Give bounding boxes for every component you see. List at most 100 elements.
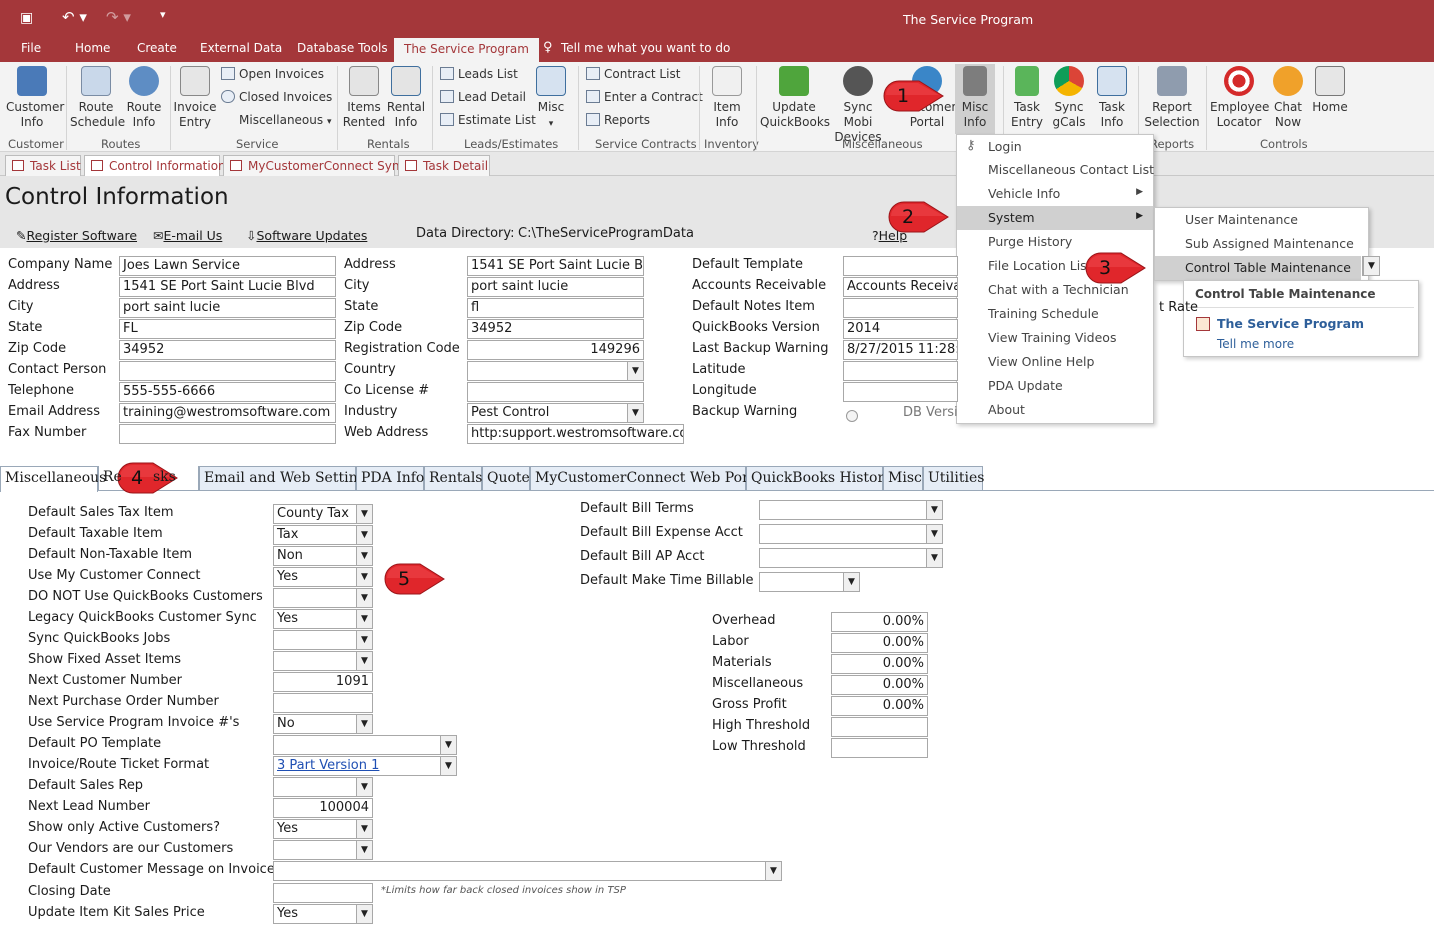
doctab-task-detail[interactable]: Task Detail [398, 155, 490, 176]
chevron-down-icon[interactable]: ▼ [627, 404, 643, 422]
submenu-item-user-maintenance[interactable]: User Maintenance [1155, 208, 1361, 232]
misc-leads-button[interactable]: Misc ▾ [533, 66, 569, 132]
chevron-down-icon[interactable]: ▼ [765, 862, 781, 880]
misc-field-default-taxable-item[interactable]: Tax ▼ [273, 525, 373, 545]
chat-now-button[interactable]: Chat Now [1270, 66, 1306, 130]
field2-web-address[interactable]: http:support.westromsoftware.com [467, 424, 684, 444]
field-fax-number[interactable] [119, 424, 336, 444]
misc-field-next-lead-number[interactable]: 100004 [273, 798, 373, 818]
contract-list-button[interactable]: Contract List [586, 67, 680, 81]
item-info-button[interactable]: Item Info [706, 66, 748, 130]
submenu-item-sub-assigned-maintenance[interactable]: Sub Assigned Maintenance [1155, 232, 1361, 256]
field2-address[interactable]: 1541 SE Port Saint Lucie Blvd [467, 256, 644, 276]
customize-icon[interactable]: ▾ [160, 8, 166, 21]
pct-field-materials[interactable]: 0.00% [831, 654, 928, 674]
bill-field-default-bill-expense-acct[interactable]: ▼ [759, 524, 943, 544]
chevron-down-icon[interactable]: ▼ [356, 568, 372, 586]
menu-item-training-schedule[interactable]: Training Schedule [957, 302, 1153, 326]
chevron-down-icon[interactable]: ▼ [1363, 257, 1379, 275]
backup-warning-radio[interactable] [846, 410, 858, 422]
route-info-button[interactable]: Route Info [124, 66, 164, 130]
pct-field-overhead[interactable]: 0.00% [831, 612, 928, 632]
chevron-down-icon[interactable]: ▼ [356, 905, 372, 923]
tell-me-more-link[interactable]: Tell me more [1217, 337, 1294, 351]
update-quickbooks-button[interactable]: Update QuickBooks [760, 66, 830, 130]
field2-country[interactable]: ▼ [467, 361, 644, 381]
bill-field-default-make-time-billable[interactable]: ▼ [759, 572, 860, 592]
misc-field-default-sales-tax-item[interactable]: County Tax ▼ [273, 504, 373, 524]
chevron-down-icon[interactable]: ▼ [356, 715, 372, 733]
field2-co-license[interactable] [467, 382, 644, 402]
invoice-entry-button[interactable]: Invoice Entry [173, 66, 217, 130]
closed-invoices-button[interactable]: Closed Invoices [221, 90, 332, 104]
misc-field-default-sales-rep[interactable]: ▼ [273, 777, 373, 797]
doctab-control-information[interactable]: Control Information [84, 155, 226, 176]
form-tab-pda-info[interactable]: PDA Info [356, 466, 424, 490]
chevron-down-icon[interactable]: ▼ [356, 505, 372, 523]
enter-contract-button[interactable]: Enter a Contract [586, 90, 703, 104]
misc-field-show-fixed-asset-items[interactable]: ▼ [273, 651, 373, 671]
tab-file[interactable]: File [21, 41, 41, 55]
chevron-down-icon[interactable]: ▼ [440, 757, 456, 775]
tab-external-data[interactable]: External Data [200, 41, 282, 55]
route-schedule-button[interactable]: Route Schedule [70, 66, 125, 130]
misc-field-use-my-customer-connect[interactable]: Yes ▼ [273, 567, 373, 587]
misc-field-default-po-template[interactable]: ▼ [273, 735, 457, 755]
tell-me-box[interactable]: Tell me what you want to do [561, 41, 730, 55]
chevron-down-icon[interactable]: ▼ [440, 736, 456, 754]
field-city[interactable]: port saint lucie [119, 298, 336, 318]
menu-item-miscellaneous-contact-list[interactable]: Miscellaneous Contact List [957, 158, 1154, 182]
save-icon[interactable]: ▣ [20, 10, 33, 26]
field2-zip-code[interactable]: 34952 [467, 319, 644, 339]
misc-field-show-only-active-customers[interactable]: Yes ▼ [273, 819, 373, 839]
chevron-down-icon[interactable]: ▼ [627, 362, 643, 380]
field2-state[interactable]: fl [467, 298, 644, 318]
field-company-name[interactable]: Joes Lawn Service [119, 256, 336, 276]
misc-field-do-not-use-quickbooks-customers[interactable]: ▼ [273, 588, 373, 608]
bill-field-default-bill-terms[interactable]: ▼ [759, 500, 943, 520]
misc-field-legacy-quickbooks-customer-sync[interactable]: Yes ▼ [273, 609, 373, 629]
customer-info-button[interactable]: Customer Info [6, 66, 64, 130]
misc-field-sync-quickbooks-jobs[interactable]: ▼ [273, 630, 373, 650]
chevron-down-icon[interactable]: ▼ [926, 549, 942, 567]
menu-item-about[interactable]: About [957, 398, 1153, 422]
open-invoices-button[interactable]: Open Invoices [221, 67, 324, 81]
menu-item-vehicle-info[interactable]: Vehicle Info ▶ [957, 182, 1153, 206]
field3-quickbooks-version[interactable]: 2014 [843, 319, 958, 339]
sync-gcals-button[interactable]: Sync gCals [1050, 66, 1088, 130]
submenu-item-control-table-maintenance[interactable]: Control Table Maintenance [1155, 256, 1361, 280]
chevron-down-icon[interactable]: ▼ [356, 631, 372, 649]
bill-field-default-bill-ap-acct[interactable]: ▼ [759, 548, 943, 568]
tooltip-app-link[interactable]: The Service Program [1217, 316, 1364, 331]
menu-item-view-online-help[interactable]: View Online Help [957, 350, 1153, 374]
reports-contract-button[interactable]: Reports [586, 113, 650, 127]
field3-default-template[interactable] [843, 256, 958, 276]
misc-info-button[interactable]: Misc Info [955, 64, 995, 134]
field3-default-notes-item[interactable] [843, 298, 958, 318]
field2-registration-code[interactable]: 149296 [467, 340, 644, 360]
email-us-button[interactable]: ✉E-mail Us [153, 228, 222, 243]
lead-detail-button[interactable]: Lead Detail [440, 90, 526, 104]
chevron-down-icon[interactable]: ▼ [356, 778, 372, 796]
task-entry-button[interactable]: Task Entry [1008, 66, 1046, 130]
employee-locator-button[interactable]: Employee Locator [1210, 66, 1269, 130]
form-tab-utilities[interactable]: Utilities [923, 466, 984, 490]
software-updates-button[interactable]: ⇩Software Updates [246, 228, 367, 243]
menu-item-view-training-videos[interactable]: View Training Videos [957, 326, 1153, 350]
task-info-button[interactable]: Task Info [1092, 66, 1132, 130]
estimate-list-button[interactable]: Estimate List [440, 113, 536, 127]
field-email-address[interactable]: training@westromsoftware.com [119, 403, 336, 423]
field3-longitude[interactable] [843, 382, 958, 402]
misc-field-use-service-program-invoice-s[interactable]: No ▼ [273, 714, 373, 734]
form-tab-email-and-web-settings[interactable]: Email and Web Settings [199, 466, 374, 490]
misc-field-next-purchase-order-number[interactable] [273, 693, 373, 713]
redo-icon[interactable]: ↷ ▾ [106, 8, 131, 26]
doctab-task-list[interactable]: Task List [5, 155, 81, 176]
miscellaneous-button[interactable]: Miscellaneous ▾ [239, 113, 332, 127]
menu-item-purge-history[interactable]: Purge History [957, 230, 1153, 254]
items-rented-button[interactable]: Items Rented [342, 66, 386, 130]
menu-item-login[interactable]: Login ⚷ [957, 135, 1153, 159]
pct-field-high-threshold[interactable] [831, 717, 928, 737]
tab-create[interactable]: Create [137, 41, 177, 55]
chevron-down-icon[interactable]: ▼ [843, 573, 859, 591]
